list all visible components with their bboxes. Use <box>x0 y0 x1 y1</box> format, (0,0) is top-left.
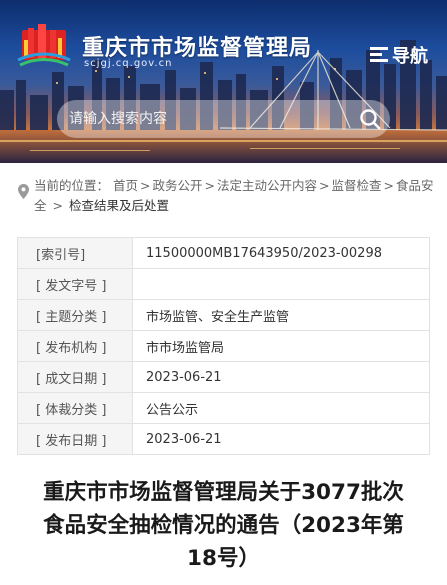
info-key-publisher: [ 发布机构 ] <box>17 330 133 362</box>
site-domain: scjgj.cq.gov.cn <box>84 58 173 69</box>
breadcrumb-current[interactable]: 检查结果及后处置 <box>69 198 169 213</box>
article-title-line: 食品安全抽检情况的通告（2023年第 <box>43 513 404 538</box>
nav-label: 导航 <box>392 46 428 67</box>
table-row: [ 发布机构 ] 市市场监管局 <box>17 330 430 362</box>
breadcrumb-prefix: 当前的位置： <box>34 178 110 193</box>
hamburger-icon <box>370 47 388 63</box>
search-input[interactable] <box>69 101 350 137</box>
info-value-written-date: 2023-06-21 <box>132 361 430 393</box>
info-value-genre: 公告公示 <box>132 392 430 424</box>
info-key-topic: [ 主题分类 ] <box>17 299 133 331</box>
table-row: [ 发布日期 ] 2023-06-21 <box>17 423 430 455</box>
breadcrumb-gov-affairs[interactable]: 政务公开 <box>153 178 203 193</box>
table-row: [ 体裁分类 ] 公告公示 <box>17 392 430 424</box>
table-row: [ 发文字号 ] <box>17 268 430 300</box>
location-pin-icon <box>18 184 29 199</box>
info-key-publish-date: [ 发布日期 ] <box>17 423 133 455</box>
article-title-line: 重庆市市场监督管理局关于3077批次 <box>43 480 404 505</box>
info-key-index: [索引号] <box>17 237 133 269</box>
breadcrumb-home[interactable]: 首页 <box>113 178 138 193</box>
info-key-genre: [ 体裁分类 ] <box>17 392 133 424</box>
info-value-publish-date: 2023-06-21 <box>132 423 430 455</box>
breadcrumb-separator: > <box>204 178 215 193</box>
info-value-topic: 市场监管、安全生产监管 <box>132 299 430 331</box>
header-banner: 重庆市市场监督管理局 scjgj.cq.gov.cn 导航 <box>0 0 447 163</box>
breadcrumb-separator: > <box>48 198 67 213</box>
info-value-index: 11500000MB17643950/2023-00298 <box>132 237 430 269</box>
search-bar <box>57 100 390 138</box>
document-info-table: [索引号] 11500000MB17643950/2023-00298 [ 发文… <box>17 237 430 455</box>
table-row: [索引号] 11500000MB17643950/2023-00298 <box>17 237 430 269</box>
breadcrumb-separator: > <box>383 178 394 193</box>
breadcrumb-statutory-disclosure[interactable]: 法定主动公开内容 <box>217 178 317 193</box>
info-key-written-date: [ 成文日期 ] <box>17 361 133 393</box>
breadcrumb-separator: > <box>319 178 330 193</box>
breadcrumb: 当前的位置： 首页 > 政务公开 > 法定主动公开内容 > 监督检查 > 食品安全 > 检查结果… <box>18 176 438 216</box>
article-title-line: 18号） <box>187 546 260 571</box>
breadcrumb-supervision[interactable]: 监督检查 <box>332 178 382 193</box>
info-value-doc-number <box>132 268 430 300</box>
table-row: [ 成文日期 ] 2023-06-21 <box>17 361 430 393</box>
nav-menu-button[interactable]: 导航 <box>370 42 428 68</box>
breadcrumb-separator: > <box>140 178 151 193</box>
table-row: [ 主题分类 ] 市场监管、安全生产监管 <box>17 299 430 331</box>
search-icon[interactable] <box>350 101 390 137</box>
info-value-publisher: 市市场监管局 <box>132 330 430 362</box>
article-title: 重庆市市场监督管理局关于3077批次 食品安全抽检情况的通告（2023年第 18… <box>14 476 433 575</box>
info-key-doc-number: [ 发文字号 ] <box>17 268 133 300</box>
site-logo <box>17 24 71 67</box>
